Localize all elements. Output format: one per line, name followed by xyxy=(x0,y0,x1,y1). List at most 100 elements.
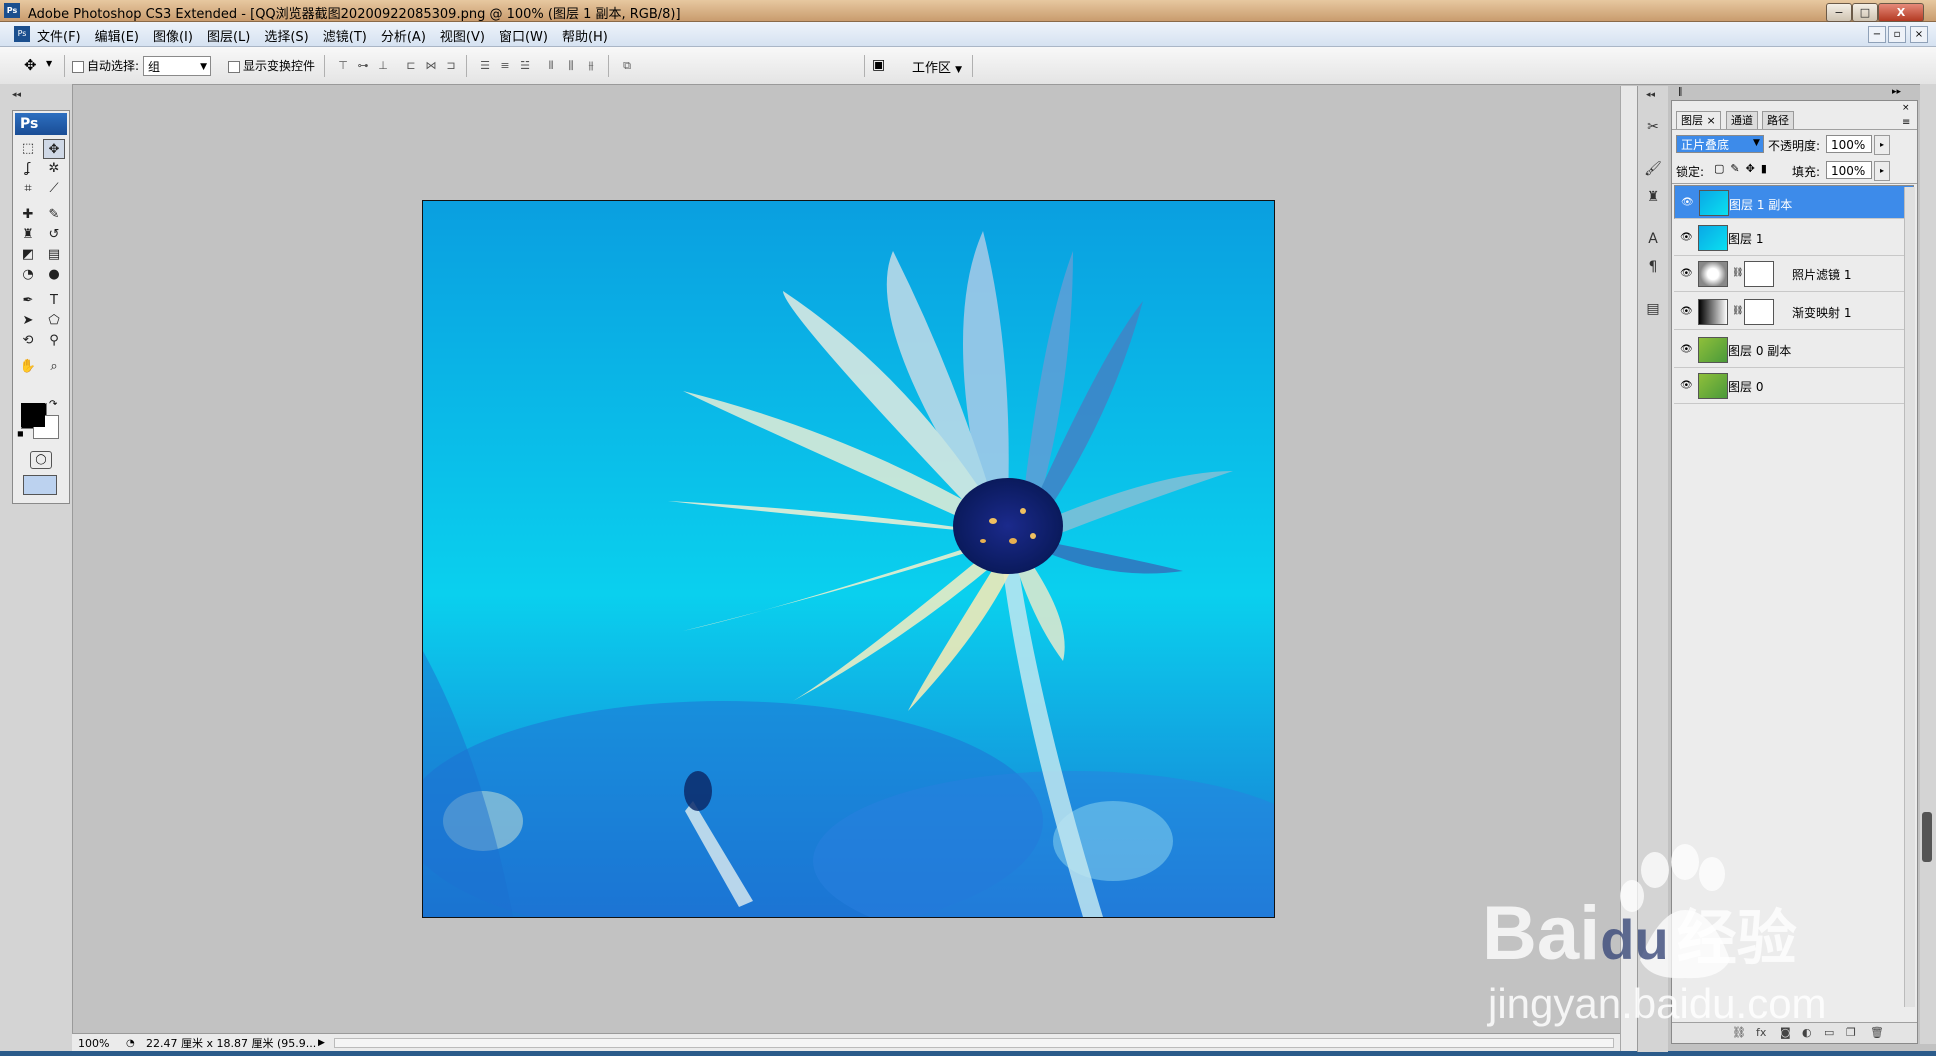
zoom-tool-icon[interactable]: ⌕ xyxy=(43,357,65,377)
tool-preset-dropdown-icon[interactable]: ▼ xyxy=(46,59,52,68)
menu-layer[interactable]: 图层(L) xyxy=(207,26,250,45)
menu-help[interactable]: 帮助(H) xyxy=(562,26,608,45)
opacity-slider-icon[interactable]: ▸ xyxy=(1874,135,1890,155)
menu-filter[interactable]: 滤镜(T) xyxy=(323,26,367,45)
panel-menu-icon[interactable]: ≡ xyxy=(1902,117,1910,128)
align-top-icon[interactable]: ⊤ xyxy=(336,59,350,73)
layer-mask-thumbnail[interactable] xyxy=(1744,261,1774,287)
eyedropper-tool-icon[interactable]: ⚲ xyxy=(43,331,65,351)
opacity-input[interactable]: 100% xyxy=(1826,135,1872,153)
fill-slider-icon[interactable]: ▸ xyxy=(1874,161,1890,181)
panel-grip-icon[interactable]: ‖ xyxy=(1678,87,1683,97)
layer-row-1[interactable]: 👁 图层 1 xyxy=(1674,221,1914,256)
distribute-left-icon[interactable]: ⫴ xyxy=(544,59,558,73)
close-panel-icon[interactable]: × xyxy=(1902,103,1910,113)
distribute-vcenter-icon[interactable]: ≡ xyxy=(498,59,512,73)
menu-select[interactable]: 选择(S) xyxy=(264,26,308,45)
expand-dock-icon[interactable]: ◂◂ xyxy=(1646,90,1655,100)
marquee-tool-icon[interactable]: ⬚ xyxy=(17,139,39,159)
align-vcenter-icon[interactable]: ⊶ xyxy=(356,59,370,73)
distribute-top-icon[interactable]: ☰ xyxy=(478,59,492,73)
character-icon[interactable]: A xyxy=(1642,228,1664,250)
align-bottom-icon[interactable]: ⊥ xyxy=(376,59,390,73)
close-window-button[interactable]: X xyxy=(1878,3,1924,22)
align-right-icon[interactable]: ⊐ xyxy=(444,59,458,73)
layer-row-2[interactable]: 👁 ⛓ 照片滤镜 1 xyxy=(1674,257,1914,292)
clone-source-icon[interactable]: ♜ xyxy=(1642,186,1664,208)
eye-icon[interactable]: 👁 xyxy=(1680,380,1693,392)
layer-row-4[interactable]: 👁 图层 0 副本 xyxy=(1674,333,1914,368)
crop-tool-icon[interactable]: ⌗ xyxy=(17,179,39,199)
tab-layers[interactable]: 图层 × xyxy=(1676,111,1721,130)
eye-icon[interactable]: 👁 xyxy=(1681,197,1694,209)
auto-select-checkbox[interactable] xyxy=(72,60,84,73)
show-transform-checkbox[interactable] xyxy=(228,60,240,73)
layer-row-3[interactable]: 👁 ⛓ 渐变映射 1 xyxy=(1674,295,1914,330)
clone-stamp-tool-icon[interactable]: ♜ xyxy=(17,225,39,245)
distribute-right-icon[interactable]: ⫵ xyxy=(584,59,598,73)
horizontal-scrollbar[interactable] xyxy=(334,1038,1614,1048)
eye-icon[interactable]: 👁 xyxy=(1680,232,1693,244)
distribute-bottom-icon[interactable]: ☱ xyxy=(518,59,532,73)
quick-mask-icon[interactable]: ◯ xyxy=(30,451,52,469)
mask-link-icon[interactable]: ⛓ xyxy=(1732,268,1743,278)
layer-mask-thumbnail[interactable] xyxy=(1744,299,1774,325)
lock-pixels-icon[interactable]: ✎ xyxy=(1730,162,1745,175)
chevron-down-icon[interactable]: ▼ xyxy=(1753,138,1760,148)
blend-mode-dropdown[interactable]: 正片叠底 xyxy=(1676,135,1764,153)
align-left-icon[interactable]: ⊏ xyxy=(404,59,418,73)
distribute-hcenter-icon[interactable]: ⫼ xyxy=(564,59,578,73)
layer-comps-icon[interactable]: ▤ xyxy=(1642,298,1664,320)
dodge-tool-icon[interactable]: ● xyxy=(43,265,65,285)
hand-tool-icon[interactable]: ✋ xyxy=(17,357,39,377)
history-brush-tool-icon[interactable]: ↺ xyxy=(43,225,65,245)
mask-link-icon[interactable]: ⛓ xyxy=(1732,306,1743,316)
slice-tool-icon[interactable]: ⟋ xyxy=(43,179,65,199)
align-hcenter-icon[interactable]: ⋈ xyxy=(424,59,438,73)
menu-analysis[interactable]: 分析(A) xyxy=(381,26,426,45)
shape-tool-icon[interactable]: ⬠ xyxy=(43,311,65,331)
default-colors-icon[interactable]: ◼ xyxy=(17,429,24,438)
doc-close-button[interactable]: × xyxy=(1910,26,1928,43)
healing-brush-tool-icon[interactable]: ✚ xyxy=(17,205,39,225)
auto-select-dropdown[interactable]: 组 ▼ xyxy=(143,56,211,76)
ps-logo[interactable]: Ps xyxy=(15,113,67,135)
eye-icon[interactable]: 👁 xyxy=(1680,268,1693,280)
minimize-window-button[interactable]: − xyxy=(1826,3,1852,22)
gradient-tool-icon[interactable]: ▤ xyxy=(43,245,65,265)
fill-input[interactable]: 100% xyxy=(1826,161,1872,179)
workspace-button[interactable]: 工作区 ▼ xyxy=(912,57,962,76)
menu-edit[interactable]: 编辑(E) xyxy=(95,26,139,45)
move-tool-icon[interactable]: ✥ xyxy=(24,56,37,74)
move-tool-icon[interactable]: ✥ xyxy=(43,139,65,159)
document-icon[interactable]: Ps xyxy=(14,26,30,42)
bridge-icon[interactable]: ▣ xyxy=(872,57,885,73)
layers-scrollbar[interactable] xyxy=(1904,187,1915,1007)
layer-row-5[interactable]: 👁 图层 0 xyxy=(1674,369,1914,404)
swap-colors-icon[interactable]: ↷ xyxy=(49,399,57,410)
path-selection-tool-icon[interactable]: ➤ xyxy=(17,311,39,331)
pen-tool-icon[interactable]: ✒ xyxy=(17,291,39,311)
maximize-window-button[interactable]: □ xyxy=(1852,3,1878,22)
menu-file[interactable]: 文件(F) xyxy=(37,26,81,45)
type-tool-icon[interactable]: T xyxy=(43,291,65,311)
magic-wand-tool-icon[interactable]: ✲ xyxy=(43,159,65,179)
close-icon[interactable]: × xyxy=(1707,114,1716,127)
lock-transparency-icon[interactable]: ▢ xyxy=(1714,162,1730,175)
lock-all-icon[interactable]: ▮ xyxy=(1761,162,1773,175)
lasso-tool-icon[interactable]: ʆ xyxy=(17,159,39,179)
eraser-tool-icon[interactable]: ◩ xyxy=(17,245,39,265)
eye-icon[interactable]: 👁 xyxy=(1680,344,1693,356)
auto-align-layers-icon[interactable]: ⧉ xyxy=(620,59,634,73)
menu-window[interactable]: 窗口(W) xyxy=(499,26,548,45)
eye-icon[interactable]: 👁 xyxy=(1680,306,1693,318)
paragraph-icon[interactable]: ¶ xyxy=(1642,256,1664,278)
tab-channels[interactable]: 通道 xyxy=(1726,111,1758,130)
brush-tool-icon[interactable]: ✎ xyxy=(43,205,65,225)
menu-image[interactable]: 图像(I) xyxy=(153,26,193,45)
collapse-dock-icon[interactable]: ◂◂ xyxy=(12,90,21,100)
document-canvas[interactable] xyxy=(422,200,1275,918)
screen-mode-icon[interactable] xyxy=(23,475,57,495)
delete-layer-icon[interactable]: 🗑 xyxy=(1870,1026,1884,1039)
menu-view[interactable]: 视图(V) xyxy=(440,26,485,45)
